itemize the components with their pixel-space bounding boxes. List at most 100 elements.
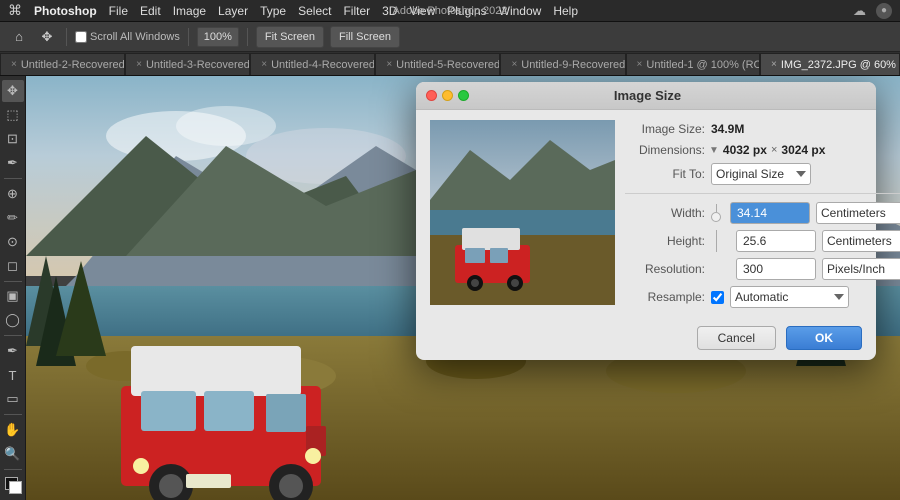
tab-untitled1[interactable]: × Untitled-1 @ 100% (RC...	[626, 53, 760, 75]
tool-eraser[interactable]: ◻	[2, 255, 24, 277]
tool-lasso[interactable]: ⬚	[2, 104, 24, 126]
cancel-button[interactable]: Cancel	[697, 326, 776, 350]
fit-to-select[interactable]: Original Size	[711, 163, 811, 185]
image-size-dialog[interactable]: Image Size	[416, 82, 876, 360]
fill-screen-button[interactable]: Fill Screen	[330, 26, 400, 48]
tool-zoom[interactable]: 🔍	[2, 443, 24, 465]
height-row: Height: Centimeters Pixels Inches	[625, 230, 900, 252]
tabs-bar: × Untitled-2-Recovered... × Untitled-3-R…	[0, 52, 900, 76]
resolution-label: Resolution:	[625, 262, 705, 276]
tool-separator-2	[4, 281, 22, 282]
scroll-all-label: Scroll All Windows	[75, 31, 180, 43]
width-unit-select[interactable]: Centimeters Pixels Inches	[816, 202, 900, 224]
minimize-button[interactable]	[442, 90, 453, 101]
maximize-button[interactable]	[458, 90, 469, 101]
app-name: Photoshop	[34, 4, 97, 18]
move-tool-button[interactable]: ✥	[36, 26, 58, 48]
left-toolbar: ✥ ⬚ ⊡ ✒ ⊕ ✏ ⊙ ◻ ▣ ◯ ✒ T ▭ ✋ 🔍	[0, 76, 26, 500]
tab-untitled9[interactable]: × Untitled-9-Recovered...	[500, 53, 625, 75]
fit-screen-button[interactable]: Fit Screen	[256, 26, 324, 48]
tool-shape[interactable]: ▭	[2, 388, 24, 410]
foreground-color[interactable]	[2, 474, 24, 496]
tool-clone[interactable]: ⊙	[2, 231, 24, 253]
menu-file[interactable]: File	[109, 4, 128, 18]
width-label: Width:	[625, 206, 705, 220]
dimensions-x: ×	[771, 144, 777, 156]
home-button[interactable]: ⌂	[8, 26, 30, 48]
width-row: Width: Centimeters Pixels Inches	[625, 202, 900, 224]
resolution-unit-select[interactable]: Pixels/Inch Pixels/cm	[822, 258, 900, 280]
dialog-preview	[430, 120, 615, 305]
height-label: Height:	[625, 234, 705, 248]
tool-pen[interactable]: ✒	[2, 340, 24, 362]
toolbar-separator	[66, 28, 67, 46]
dimensions-dropdown-icon[interactable]: ▼	[709, 145, 719, 156]
dialog-body: Image Size: 34.9M ⚙ Dimensions: ▼ 4032 p…	[416, 110, 876, 318]
resample-method-select[interactable]: Automatic Preserve Details Bicubic Smoot…	[730, 286, 849, 308]
tool-heal[interactable]: ⊕	[2, 183, 24, 205]
tool-separator-4	[4, 414, 22, 415]
traffic-lights	[426, 90, 469, 101]
tool-separator-1	[4, 178, 22, 179]
zoom-input[interactable]	[197, 27, 239, 47]
tool-eyedropper[interactable]: ✒	[2, 152, 24, 174]
height-unit-select[interactable]: Centimeters Pixels Inches	[822, 230, 900, 252]
chain-icon	[711, 204, 721, 222]
menu-select[interactable]: Select	[298, 4, 331, 18]
tool-move[interactable]: ✥	[2, 80, 24, 102]
fit-to-label: Fit To:	[625, 167, 705, 181]
dimensions-height: 3024 px	[781, 143, 825, 157]
fit-to-row: Fit To: Original Size	[625, 163, 900, 185]
dialog-controls: Image Size: 34.9M ⚙ Dimensions: ▼ 4032 p…	[625, 120, 900, 308]
ctrl-separator	[625, 193, 900, 194]
scroll-all-checkbox[interactable]	[75, 31, 87, 43]
menu-type[interactable]: Type	[260, 4, 286, 18]
resample-label: Resample:	[625, 290, 705, 304]
resolution-input[interactable]	[736, 258, 816, 280]
tab-untitled4[interactable]: × Untitled-4-Recovered...	[250, 53, 375, 75]
menu-layer[interactable]: Layer	[218, 4, 248, 18]
tool-brush[interactable]: ✏	[2, 207, 24, 229]
dialog-titlebar: Image Size	[416, 82, 876, 110]
dimensions-width: 4032 px	[723, 143, 767, 157]
tool-gradient[interactable]: ▣	[2, 286, 24, 308]
tool-separator-5	[4, 469, 22, 470]
menu-edit[interactable]: Edit	[140, 4, 161, 18]
apple-menu[interactable]: ⌘	[8, 2, 22, 19]
resample-row: Resample: Automatic Preserve Details Bic…	[625, 286, 900, 308]
tool-separator-3	[4, 335, 22, 336]
user-icon[interactable]: ●	[876, 3, 892, 19]
menu-image[interactable]: Image	[173, 4, 206, 18]
resolution-row: Resolution: Pixels/Inch Pixels/cm	[625, 258, 900, 280]
main-area: ✥ ⬚ ⊡ ✒ ⊕ ✏ ⊙ ◻ ▣ ◯ ✒ T ▭ ✋ 🔍	[0, 76, 900, 500]
tab-untitled3[interactable]: × Untitled-3-Recovered...	[125, 53, 250, 75]
image-size-label: Image Size:	[625, 122, 705, 136]
ok-button[interactable]: OK	[786, 326, 862, 350]
tool-text[interactable]: T	[2, 364, 24, 386]
tab-img2372[interactable]: × IMG_2372.JPG @ 60% (RGB/8*)	[760, 53, 900, 75]
cloud-icon: ☁	[853, 3, 866, 19]
resample-checkbox[interactable]	[711, 291, 724, 304]
dialog-title: Image Size	[469, 88, 826, 103]
close-button[interactable]	[426, 90, 437, 101]
image-size-value: 34.9M	[711, 122, 744, 136]
tab-untitled5[interactable]: × Untitled-5-Recovered...	[375, 53, 500, 75]
tool-blur[interactable]: ◯	[2, 309, 24, 331]
toolbar-separator-2	[188, 28, 189, 46]
menu-bar: ⌘ Photoshop File Edit Image Layer Type S…	[0, 0, 900, 22]
chain-spacer	[711, 230, 727, 252]
tool-hand[interactable]: ✋	[2, 419, 24, 441]
menu-help[interactable]: Help	[553, 4, 578, 18]
menu-filter[interactable]: Filter	[343, 4, 370, 18]
tool-crop[interactable]: ⊡	[2, 128, 24, 150]
height-input[interactable]	[736, 230, 816, 252]
tab-untitled2[interactable]: × Untitled-2-Recovered...	[0, 53, 125, 75]
canvas-area[interactable]: Image Size	[26, 76, 900, 500]
dialog-footer: Cancel OK	[416, 318, 876, 360]
toolbar-separator-3	[247, 28, 248, 46]
app-title: Adobe Photoshop 2022	[393, 5, 508, 17]
dimensions-label: Dimensions:	[625, 143, 705, 157]
width-input[interactable]	[730, 202, 810, 224]
dimensions-row: Dimensions: ▼ 4032 px × 3024 px	[625, 143, 900, 157]
toolbar: ⌂ ✥ Scroll All Windows Fit Screen Fill S…	[0, 22, 900, 52]
